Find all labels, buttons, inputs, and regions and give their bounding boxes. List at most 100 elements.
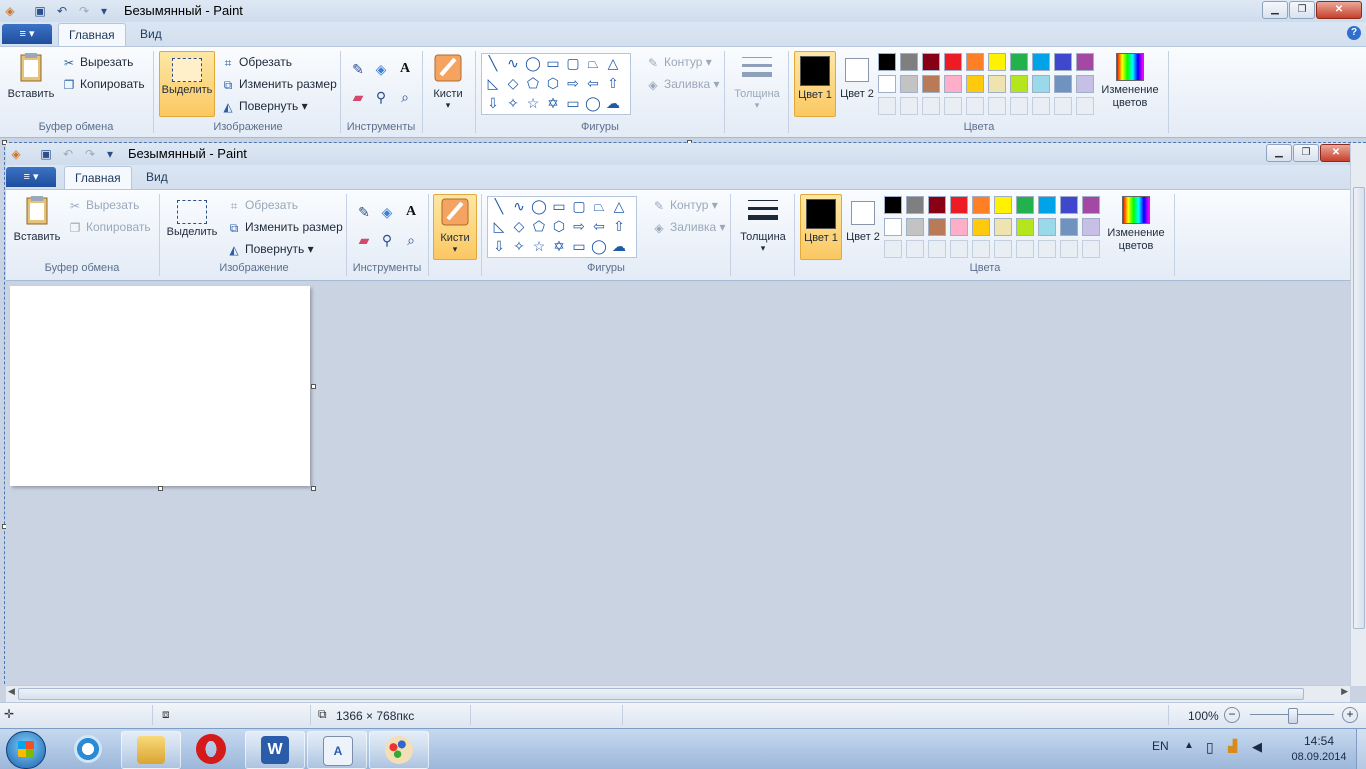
palette-swatch[interactable] [1054,75,1072,93]
custom-color-slot[interactable] [922,97,940,115]
palette-swatch[interactable] [878,53,896,71]
vertical-scrollbar[interactable] [1350,143,1366,686]
size-button[interactable]: Толщина ▾ [730,51,784,111]
custom-color-slot[interactable] [1010,97,1028,115]
help-icon[interactable]: ? [1347,26,1361,40]
canvas-resize-handle-right[interactable] [311,384,316,389]
right-triangle-icon[interactable]: ◺ [484,74,502,92]
palette-swatch[interactable] [1010,75,1028,93]
scroll-left-icon[interactable]: ◀ [8,686,15,697]
palette-swatch[interactable] [1010,53,1028,71]
oval-icon[interactable]: ◯ [524,54,542,72]
copy-button[interactable]: ❐ Копировать [62,75,145,93]
shapes-gallery[interactable]: ╲ ∿ ◯ ▭ ▢ ⏢ △ ◺ ◇ ⬠ ⬡ ⇨ ⇦ ⇧ ⇩ ✧ ☆ ✡ ▭ ◯ … [481,53,631,115]
media-app-icon[interactable] [74,735,102,763]
arrow-left-icon[interactable]: ⇦ [584,74,602,92]
paste-button[interactable]: Вставить [4,51,58,100]
zoom-slider-thumb[interactable] [1288,708,1298,724]
color-picker-icon[interactable]: ⚲ [371,87,391,107]
palette-swatch[interactable] [922,53,940,71]
palette-swatch[interactable] [900,53,918,71]
clock-date[interactable]: 08.09.2014 [1286,751,1352,763]
horizontal-scrollbar[interactable]: ◀ ▶ [6,685,1350,702]
opera-icon[interactable] [196,734,226,764]
taskbar-explorer[interactable] [121,731,181,769]
customize-qa-icon[interactable]: ▾ [96,3,112,19]
rectangle-icon[interactable]: ▭ [544,54,562,72]
custom-color-slot[interactable] [900,97,918,115]
canvas-resize-handle-bottom[interactable] [158,486,163,491]
line-icon[interactable]: ╲ [484,54,502,72]
custom-color-slot[interactable] [966,97,984,115]
arrow-up-icon[interactable]: ⇧ [604,74,622,92]
palette-swatch[interactable] [944,53,962,71]
custom-color-slot[interactable] [944,97,962,115]
diamond-icon[interactable]: ◇ [504,74,522,92]
palette-swatch[interactable] [944,75,962,93]
paint-app-icon[interactable]: ◈ [2,3,18,19]
fill-button[interactable]: ◈ Заливка ▾ [646,75,719,93]
taskbar-word[interactable]: W [245,731,305,769]
callout-oval-icon[interactable]: ◯ [584,94,602,112]
rounded-rect-icon[interactable]: ▢ [564,54,582,72]
select-button[interactable]: Выделить [159,51,215,117]
taskbar-wordpad[interactable]: A [307,731,367,769]
palette-swatch[interactable] [966,75,984,93]
custom-color-slot[interactable] [988,97,1006,115]
outline-button[interactable]: ✎ Контур ▾ [646,53,712,71]
language-indicator[interactable]: EN [1152,739,1169,753]
battery-icon[interactable]: ▯ [1206,739,1214,756]
clock-time[interactable]: 14:54 [1296,734,1342,748]
star6-icon[interactable]: ✡ [544,94,562,112]
minimize-button[interactable]: ▁ [1262,1,1288,19]
file-menu-button[interactable]: ≡ ▾ [2,24,52,44]
palette-swatch[interactable] [878,75,896,93]
resize-button[interactable]: ⧉ Изменить размер [221,75,337,93]
cut-button[interactable]: ✂ Вырезать [62,53,133,71]
magnifier-icon[interactable]: ⌕ [395,87,415,107]
show-hidden-icons[interactable]: ▲ [1184,740,1194,751]
custom-color-slot[interactable] [1032,97,1050,115]
volume-icon[interactable]: ◀ [1252,739,1262,755]
triangle-icon[interactable]: △ [604,54,622,72]
taskbar-paint[interactable] [369,731,429,769]
start-button[interactable] [6,731,46,769]
star4-icon[interactable]: ✧ [504,94,522,112]
scroll-right-icon[interactable]: ▶ [1341,686,1348,697]
save-icon[interactable]: ▣ [32,3,48,19]
text-icon[interactable]: A [395,59,415,79]
callout-rect-icon[interactable]: ▭ [564,94,582,112]
palette-swatch[interactable] [1076,75,1094,93]
star5-icon[interactable]: ☆ [524,94,542,112]
brushes-button[interactable]: Кисти ▾ [427,51,469,111]
fill-bucket-icon[interactable]: ◈ [371,59,391,79]
hexagon-icon[interactable]: ⬡ [544,74,562,92]
eraser-icon[interactable]: ▰ [348,87,368,107]
horizontal-scroll-thumb[interactable] [18,688,1304,700]
canvas-resize-handle-corner[interactable] [311,486,316,491]
palette-swatch[interactable] [922,75,940,93]
vertical-scroll-thumb[interactable] [1353,187,1365,629]
crop-button[interactable]: ⌗ Обрезать [221,53,292,71]
palette-swatch[interactable] [1032,75,1050,93]
color2-button[interactable]: Цвет 2 [838,51,876,115]
arrow-down-icon[interactable]: ⇩ [484,94,502,112]
pentagon-icon[interactable]: ⬠ [524,74,542,92]
color1-button[interactable]: Цвет 1 [794,51,836,117]
palette-swatch[interactable] [1032,53,1050,71]
network-icon[interactable]: ▟ [1228,739,1237,753]
polygon-icon[interactable]: ⏢ [584,54,602,72]
close-button[interactable]: ✕ [1316,1,1362,19]
curve-icon[interactable]: ∿ [504,54,522,72]
pencil-icon[interactable]: ✎ [348,59,368,79]
drawing-canvas[interactable] [10,286,310,486]
palette-swatch[interactable] [988,75,1006,93]
tab-view[interactable]: Вид [130,23,172,45]
undo-icon[interactable]: ↶ [54,3,70,19]
palette-swatch[interactable] [988,53,1006,71]
palette-swatch[interactable] [900,75,918,93]
custom-color-slot[interactable] [878,97,896,115]
palette-swatch[interactable] [1054,53,1072,71]
palette-swatch[interactable] [1076,53,1094,71]
show-desktop-button[interactable] [1356,729,1366,769]
